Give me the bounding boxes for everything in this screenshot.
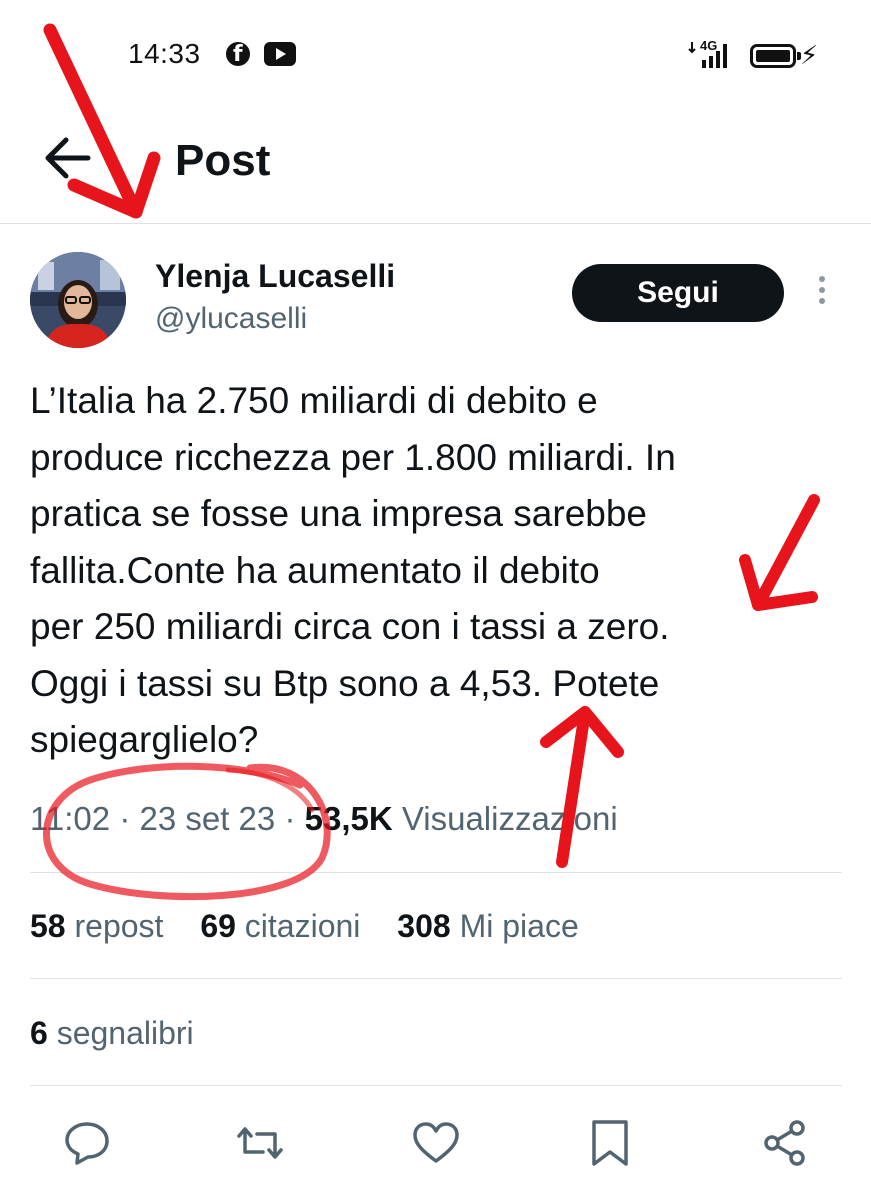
facebook-icon — [226, 42, 250, 67]
meta-separator: · — [284, 800, 296, 837]
bookmark-icon — [592, 1120, 628, 1166]
post-text-line: spiegarglielo? — [30, 719, 259, 760]
share-button[interactable] — [760, 1118, 810, 1168]
post-text-line: Oggi i tassi su Btp sono a 4,53. Potete — [30, 662, 660, 704]
status-bar: 14:33 4G ⚡ — [0, 0, 871, 110]
divider — [30, 1085, 842, 1086]
post-text-line: fallita.Conte ha aumentato il debito — [30, 549, 600, 591]
share-icon — [764, 1120, 805, 1166]
like-button[interactable] — [411, 1118, 461, 1168]
likes-stat[interactable]: 308 Mi piace — [397, 908, 578, 945]
avatar[interactable] — [30, 252, 126, 348]
page-title: Post — [175, 136, 271, 185]
signal-icon: 4G — [688, 38, 738, 70]
top-bar: Post — [0, 110, 871, 224]
follow-button[interactable]: Segui — [572, 264, 784, 322]
post-text-line: produce ricchezza per 1.800 miliardi. In — [30, 436, 676, 478]
repost-button[interactable] — [235, 1118, 285, 1168]
like-icon — [413, 1122, 459, 1163]
post-stats: 58 repost 69 citazioni 308 Mi piace — [30, 908, 607, 945]
divider — [30, 872, 842, 873]
post-text-line: L’Italia ha 2.750 miliardi di debito e — [30, 380, 598, 421]
repost-icon — [237, 1127, 283, 1159]
post-time[interactable]: 11:02 — [30, 800, 110, 837]
post-text-line: per 250 miliardi circa con i tassi a zer… — [30, 606, 670, 647]
more-options-icon[interactable] — [812, 276, 832, 312]
youtube-icon — [264, 42, 296, 66]
reposts-stat[interactable]: 58 repost — [30, 908, 163, 945]
reposts-count: 58 — [30, 908, 66, 944]
views-count: 53,5K — [304, 800, 393, 837]
reposts-label: repost — [74, 908, 164, 944]
status-time: 14:33 — [128, 38, 201, 69]
arrow-left-icon — [45, 137, 91, 179]
back-button[interactable] — [40, 130, 96, 186]
reply-icon — [65, 1122, 109, 1165]
bookmarks-stat[interactable]: 6 segnalibri — [30, 1015, 194, 1052]
quotes-count: 69 — [200, 908, 236, 944]
bookmarks-label: segnalibri — [56, 1015, 194, 1051]
author-handle[interactable]: @ylucaselli — [155, 302, 307, 336]
meta-separator: · — [119, 800, 131, 837]
divider — [30, 978, 842, 979]
post-text-line: pratica se fosse una impresa sarebbe — [30, 493, 648, 534]
likes-label: Mi piace — [459, 908, 579, 944]
quotes-label: citazioni — [244, 908, 361, 944]
battery-icon — [750, 44, 801, 68]
reply-button[interactable] — [62, 1118, 112, 1168]
post-meta: 11:02 · 23 set 23 · 53,5K Visualizzazion… — [30, 800, 618, 838]
post-date[interactable]: 23 set 23 — [139, 800, 275, 837]
post-text: L’Italia ha 2.750 miliardi di debito e p… — [30, 373, 830, 769]
charging-icon: ⚡ — [800, 40, 819, 70]
author-name[interactable]: Ylenja Lucaselli — [155, 258, 395, 295]
bookmarks-count: 6 — [30, 1015, 48, 1051]
bookmark-button[interactable] — [585, 1118, 635, 1168]
quotes-stat[interactable]: 69 citazioni — [200, 908, 360, 945]
likes-count: 308 — [397, 908, 451, 944]
views-label[interactable]: Visualizzazioni — [402, 800, 618, 837]
network-type: 4G — [700, 38, 718, 53]
